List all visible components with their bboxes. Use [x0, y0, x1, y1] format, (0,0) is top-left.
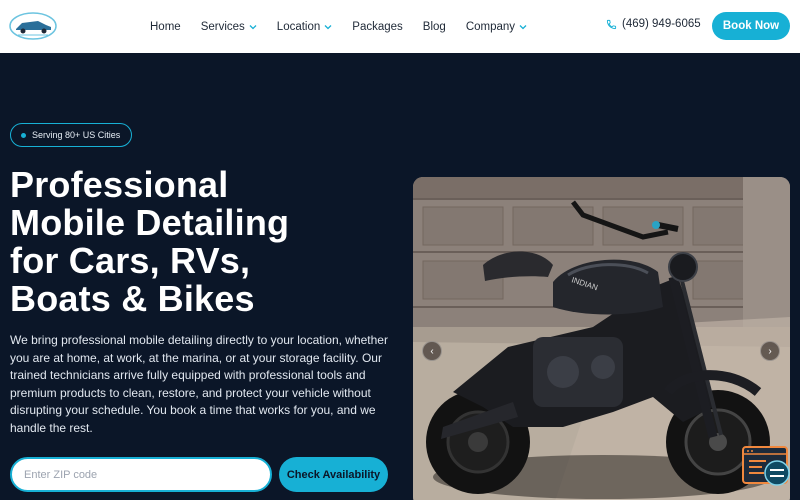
zip-code-input[interactable]	[10, 457, 272, 492]
badge-label: Serving 80+ US Cities	[32, 130, 121, 140]
site-logo[interactable]	[8, 10, 58, 42]
check-availability-button[interactable]: Check Availability	[279, 457, 388, 492]
motorcycle-photo: INDIAN	[413, 177, 790, 500]
main-nav: Home Services Location Packages Blog Com…	[150, 0, 547, 53]
chevron-down-icon	[249, 24, 257, 29]
hero-headline: Professional Mobile Detailing for Cars, …	[10, 166, 405, 318]
carousel-prev-button[interactable]: ‹	[422, 341, 442, 361]
nav-services-label: Services	[200, 20, 245, 33]
cities-badge: Serving 80+ US Cities	[10, 123, 133, 147]
nav-services[interactable]: Services	[201, 21, 257, 33]
book-now-button[interactable]: Book Now	[712, 12, 790, 40]
nav-packages[interactable]: Packages	[352, 21, 403, 33]
car-logo-icon	[9, 12, 57, 40]
chevron-right-icon: ›	[768, 345, 772, 357]
carousel-next-button[interactable]: ›	[760, 341, 780, 361]
phone-link[interactable]: (469) 949-6065	[606, 18, 701, 30]
nav-blog[interactable]: Blog	[423, 21, 446, 33]
chevron-down-icon	[519, 24, 527, 29]
nav-company[interactable]: Company	[466, 21, 527, 33]
hero-image-carousel: INDIAN	[413, 177, 790, 500]
headline-line-4: Boats & Bikes	[10, 278, 255, 319]
nav-blog-label: Blog	[422, 20, 446, 33]
nav-packages-label: Packages	[352, 20, 403, 33]
headline-line-1: Professional	[10, 164, 229, 205]
chat-widget-icon	[742, 446, 790, 486]
nav-company-label: Company	[465, 20, 516, 33]
nav-location[interactable]: Location	[277, 21, 332, 33]
nav-location-label: Location	[276, 20, 321, 33]
hero-description: We bring professional mobile detailing d…	[10, 333, 388, 435]
chevron-left-icon: ‹	[430, 345, 434, 357]
chat-widget-button[interactable]	[742, 445, 792, 489]
phone-icon	[606, 19, 617, 29]
nav-home-label: Home	[150, 20, 181, 33]
headline-line-3: for Cars, RVs,	[10, 240, 251, 281]
badge-dot	[21, 132, 26, 138]
headline-line-2: Mobile Detailing	[10, 202, 290, 243]
chevron-down-icon	[324, 24, 332, 29]
site-header: Home Services Location Packages Blog Com…	[0, 0, 800, 53]
phone-number: (469) 949-6065	[622, 18, 701, 30]
nav-home[interactable]: Home	[150, 21, 181, 33]
